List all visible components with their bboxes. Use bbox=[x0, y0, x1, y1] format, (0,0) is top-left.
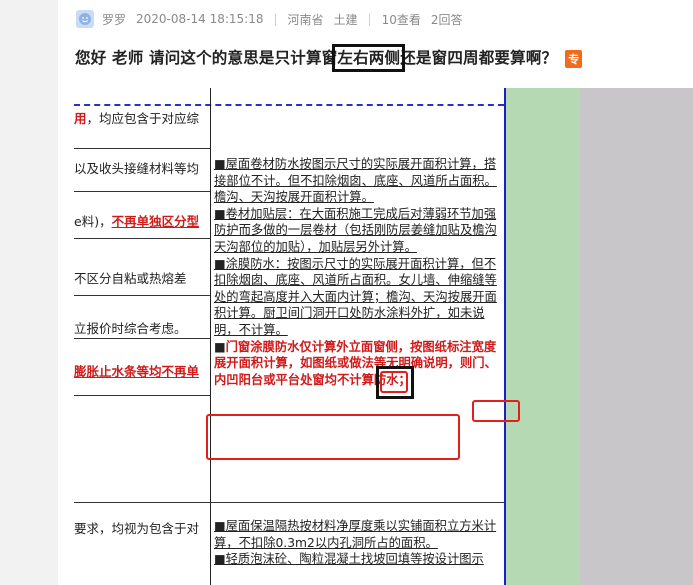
question-meta: 罗罗 2020-08-14 18:15:18 | 河南省 土建 | 10查看 2… bbox=[76, 10, 473, 28]
view-count: 10查看 bbox=[381, 12, 421, 27]
doc-paragraph-coating: ■涂膜防水：按图示尺寸的实际展开面积计算，但不扣除烟囱、底座、风道所占面积。女儿… bbox=[214, 256, 497, 337]
doc-paragraph-insulation: ■屋面保温隔热按材料净厚度乘以实铺面积立方米计算，不扣除0.3m2以内孔洞所占的… bbox=[214, 519, 497, 550]
doc-left-line: 不区分自粘或热熔差 bbox=[74, 271, 187, 286]
doc-left-line: e料)，不再单独区分型 bbox=[74, 214, 200, 229]
doc-left-line: 膨胀止水条等均不再单 bbox=[74, 364, 200, 379]
location: 河南省 bbox=[287, 12, 324, 27]
doc-row-line bbox=[74, 338, 210, 339]
doc-gray-margin bbox=[580, 88, 693, 585]
left-rail bbox=[0, 0, 58, 585]
post-datetime: 2020-08-14 18:15:18 bbox=[136, 12, 264, 26]
doc-row-line bbox=[74, 295, 210, 296]
attached-document-image[interactable]: 用，均应包含于对应综 以及收头接缝材料等均 e料)，不再单独区分型 不区分自粘或… bbox=[58, 88, 693, 585]
meta-divider: | bbox=[273, 12, 278, 26]
doc-right-text-lower: ■屋面保温隔热按材料净厚度乘以实铺面积立方米计算，不扣除0.3m2以内孔洞所占的… bbox=[214, 518, 504, 568]
doc-left-line: 立报价时综合考虑。 bbox=[74, 321, 187, 336]
doc-paragraph-roof-membrane: ■屋面卷材防水按图示尺寸的实际展开面积计算，搭接部位不计。但不扣除烟囱、底座、风… bbox=[214, 157, 497, 205]
doc-blue-border bbox=[504, 88, 506, 585]
question-title: 您好 老师 请问这个的意思是只计算窗左右两侧还是窗四周都要算啊？ 专 bbox=[75, 44, 583, 72]
doc-column-divider bbox=[210, 88, 211, 585]
annotation-red-box-window-side bbox=[380, 371, 408, 393]
title-text-after: 还是窗四周都要算啊？ bbox=[400, 49, 558, 67]
title-text-highlight: 左右两侧 bbox=[332, 44, 406, 72]
doc-left-line: 用，均应包含于对应综 bbox=[74, 111, 200, 126]
doc-row-line bbox=[74, 191, 210, 192]
answer-count: 2回答 bbox=[430, 12, 463, 27]
doc-left-line: 以及收头接缝材料等均 bbox=[74, 161, 200, 176]
doc-row-line bbox=[74, 395, 210, 396]
annotation-red-box-exclusions bbox=[206, 414, 460, 460]
title-text-before: 您好 老师 请问这个的意思是只计算窗 bbox=[75, 49, 338, 67]
expert-tag[interactable]: 专 bbox=[565, 49, 583, 68]
doc-green-panel bbox=[506, 88, 580, 585]
doc-left-line: 要求，均视为包含于对 bbox=[74, 521, 200, 536]
doc-row-line bbox=[74, 502, 504, 503]
question-card: 罗罗 2020-08-14 18:15:18 | 河南省 土建 | 10查看 2… bbox=[58, 0, 693, 585]
smile-avatar-icon[interactable] bbox=[76, 10, 94, 28]
category: 土建 bbox=[333, 12, 358, 27]
doc-row-line bbox=[74, 238, 210, 239]
doc-paragraph-membrane-overlay: ■卷材加贴层：在大面积施工完成后对薄弱环节加强防护而多做的一层卷材（包括刚防层姜… bbox=[214, 206, 497, 254]
doc-paragraph-foam-concrete: ■轻质泡沫砼、陶粒混凝土找坡回填等按设计图示 bbox=[214, 552, 484, 567]
doc-paragraph-door-window: ■门窗涂膜防水仅计算外立面窗侧，按图纸标注宽度展开面积计算，如图纸或做法等无明确… bbox=[214, 339, 497, 387]
annotation-red-box-ze bbox=[472, 400, 520, 422]
doc-dashed-line bbox=[74, 104, 504, 106]
meta-divider: | bbox=[367, 12, 372, 26]
doc-right-text: ■屋面卷材防水按图示尺寸的实际展开面积计算，搭接部位不计。但不扣除烟囱、底座、风… bbox=[214, 156, 504, 388]
user-name[interactable]: 罗罗 bbox=[102, 11, 126, 28]
doc-row-line bbox=[74, 148, 210, 149]
